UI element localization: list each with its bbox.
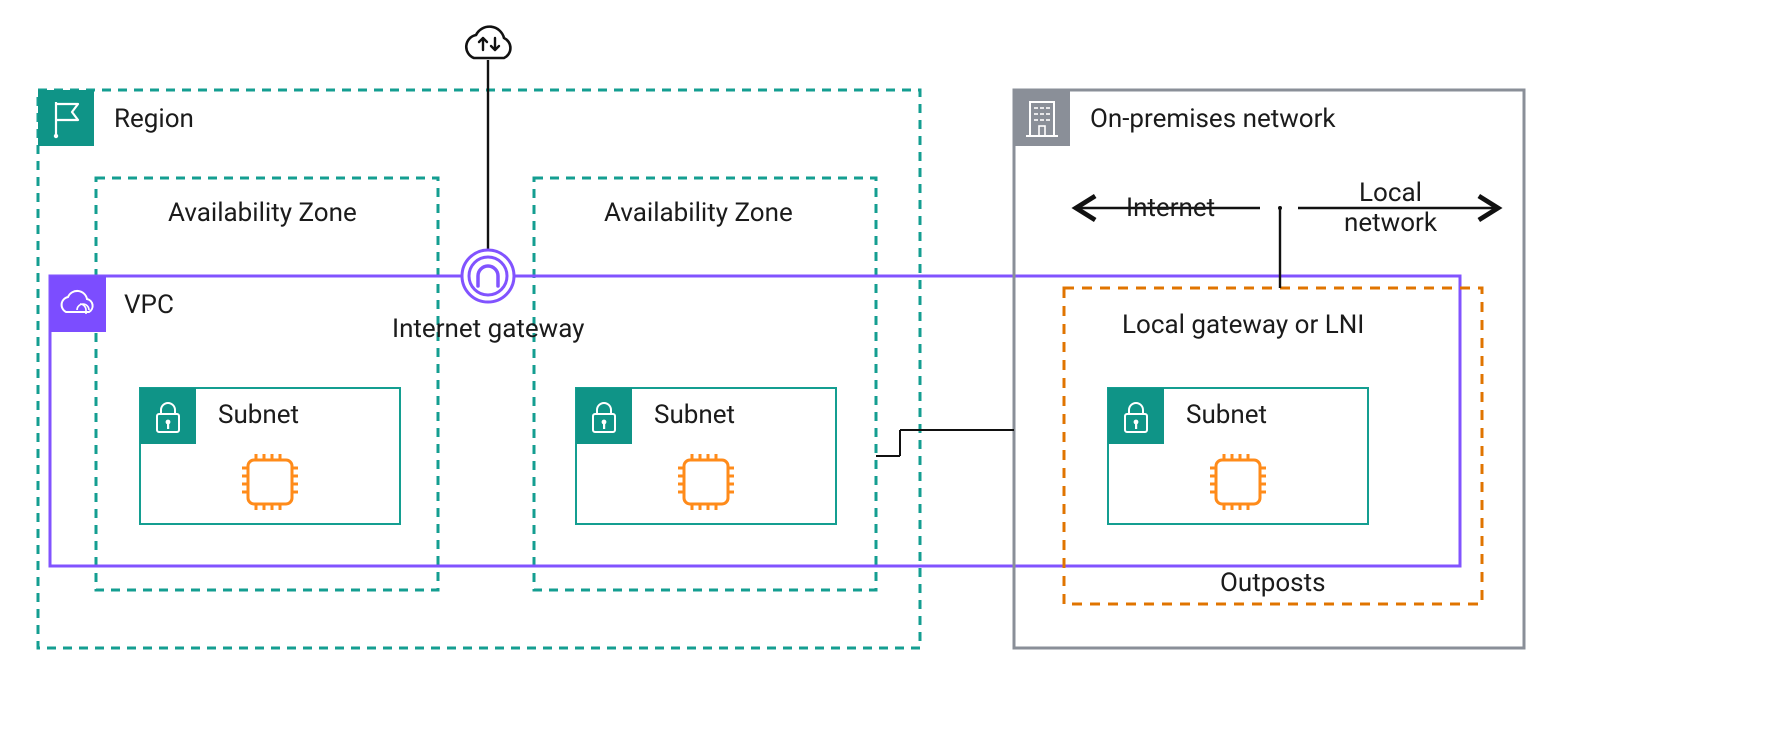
az-box-2 [534,178,876,590]
lock-icon [576,388,632,444]
subnet-label-1: Subnet [218,400,299,430]
building-icon [1014,90,1070,146]
localnet-label: Local network [1344,178,1437,238]
region-box [38,90,920,648]
vpc-cloud-icon [50,276,106,332]
subnet-label-3: Subnet [1186,400,1267,430]
ec2-chip-icon [242,454,298,510]
az-label-1: Availability Zone [168,198,357,228]
diagram-svg [0,0,1792,750]
link-region-onprem [876,430,1014,456]
region-label: Region [114,104,194,134]
internet-gateway-icon [462,250,514,302]
outposts-label: Outposts [1220,568,1326,598]
lock-icon [1108,388,1164,444]
internet-cloud-icon [466,27,510,58]
ec2-chip-icon [678,454,734,510]
internet-label: Internet [1126,193,1215,223]
az-label-2: Availability Zone [604,198,793,228]
lgw-label: Local gateway or LNI [1122,310,1364,340]
onprem-box [1014,90,1524,648]
region-flag-icon [38,90,94,146]
junction-dot [1278,206,1282,210]
igw-label: Internet gateway [392,314,584,344]
az-box-1 [96,178,438,590]
vpc-label: VPC [124,290,174,320]
subnet-label-2: Subnet [654,400,735,430]
ec2-chip-icon [1210,454,1266,510]
onprem-label: On-premises network [1090,104,1336,134]
lock-icon [140,388,196,444]
diagram-root: Region Availability Zone Availability Zo… [0,0,1792,750]
